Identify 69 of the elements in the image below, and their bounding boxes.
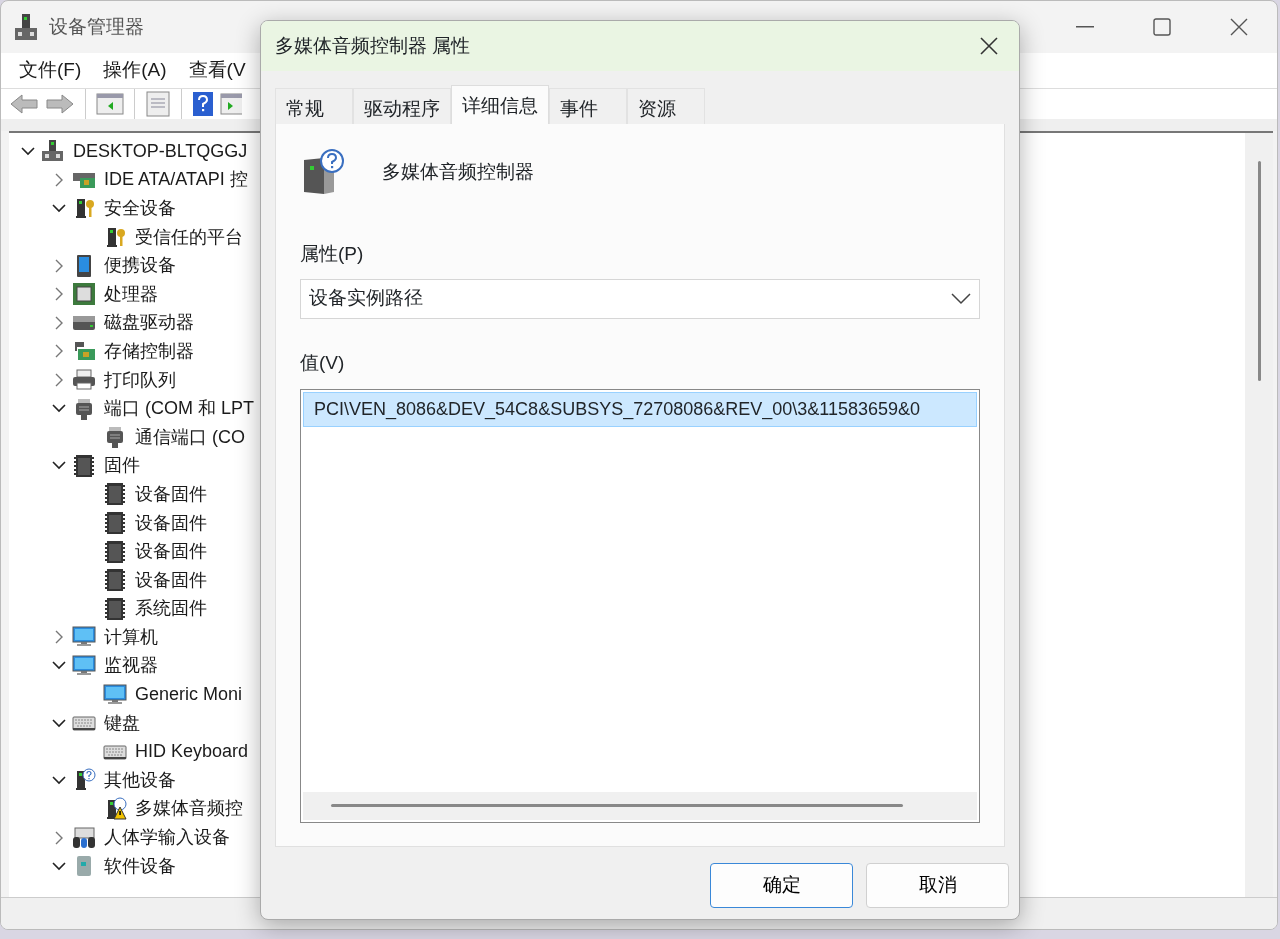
value-row[interactable]: PCI\VEN_8086&DEV_54C8&SUBSYS_72708086&REV_00\3&11583659&0 <box>303 392 977 427</box>
tree-item[interactable]: 计算机 <box>104 623 158 651</box>
computer-icon <box>15 14 37 40</box>
tab[interactable]: 驱动程序 <box>353 88 451 124</box>
tree-item[interactable]: DESKTOP-BLTQGGJ <box>73 137 248 165</box>
close-icon[interactable] <box>1229 18 1248 36</box>
back-arrow-icon[interactable] <box>9 92 39 116</box>
maximize-icon[interactable] <box>1152 18 1171 36</box>
tree-item[interactable]: 监视器 <box>104 652 158 680</box>
property-label: 属性(P) <box>300 242 365 266</box>
tree-item[interactable]: 人体学输入设备 <box>104 824 230 852</box>
tree-item[interactable]: 通信端口 (CO <box>135 423 245 451</box>
tab[interactable]: 资源 <box>627 88 705 124</box>
property-dropdown[interactable]: 设备实例路径 <box>300 278 980 319</box>
menu-item[interactable]: 查看(V <box>178 56 256 85</box>
tree-item[interactable]: 软件设备 <box>104 852 176 880</box>
tree-item[interactable]: 处理器 <box>104 280 158 308</box>
tree-item[interactable]: 设备固件 <box>135 509 207 537</box>
value-list[interactable]: PCI\VEN_8086&DEV_54C8&SUBSYS_72708086&REV_00\3&11583659&0 <box>300 389 980 823</box>
tree-item[interactable]: 系统固件 <box>135 595 207 623</box>
tab[interactable]: 详细信息 <box>451 85 549 124</box>
chevron-down-icon[interactable] <box>951 292 971 305</box>
monitor-icon <box>72 654 96 678</box>
forward-arrow-icon[interactable] <box>45 92 75 116</box>
cpu-icon <box>72 282 96 307</box>
tree-item[interactable]: 其他设备 <box>104 766 176 794</box>
tree-item[interactable]: 受信任的平台 <box>135 223 243 251</box>
tree-item[interactable]: 设备固件 <box>135 566 207 594</box>
panel-icon[interactable] <box>220 92 242 116</box>
device-name: 多媒体音频控制器 <box>382 159 534 184</box>
monitor-icon <box>103 682 127 707</box>
cancel-button[interactable]: 取消 <box>866 863 1009 908</box>
tree-item[interactable]: 键盘 <box>104 709 140 737</box>
tree-item[interactable]: 安全设备 <box>104 195 176 222</box>
tree-item[interactable]: 设备固件 <box>135 480 207 508</box>
chip-icon <box>103 511 127 535</box>
tree-item[interactable]: 存储控制器 <box>104 337 194 365</box>
chip-icon <box>103 539 127 564</box>
value-label: 值(V) <box>300 350 346 375</box>
tree-item[interactable]: 设备固件 <box>135 538 207 566</box>
scrollbar[interactable] <box>303 792 977 820</box>
tree-item[interactable]: 磁盘驱动器 <box>104 309 194 337</box>
minimize-icon[interactable] <box>1075 26 1094 28</box>
chip-icon <box>103 568 127 593</box>
printer-icon <box>72 368 96 393</box>
dialog-title: 多媒体音频控制器 属性 <box>275 33 471 58</box>
tree-item[interactable]: HID Keyboard <box>135 738 249 766</box>
computer-icon <box>41 139 65 164</box>
menu-item[interactable]: 文件(F) <box>9 56 92 85</box>
tree-item[interactable]: 便携设备 <box>104 252 176 280</box>
tab[interactable]: 事件 <box>549 88 627 124</box>
close-icon[interactable] <box>979 36 999 56</box>
ok-button[interactable]: 确定 <box>710 863 853 908</box>
window-title: 设备管理器 <box>49 14 144 39</box>
tree-item[interactable]: 固件 <box>104 452 140 480</box>
help-icon[interactable] <box>192 91 214 117</box>
menu-item[interactable]: 操作(A) <box>93 56 177 85</box>
tab[interactable]: 常规 <box>275 88 353 124</box>
chip-icon <box>72 453 96 478</box>
chip-icon <box>103 596 127 621</box>
tree-item[interactable]: 打印队列 <box>104 366 176 394</box>
tree-item[interactable]: 端口 (COM 和 LPT <box>104 395 254 423</box>
scrollbar[interactable] <box>1245 133 1273 897</box>
tree-item[interactable]: IDE ATA/ATAPI 控 <box>104 166 248 194</box>
input-devices-icon <box>72 825 96 850</box>
chip-icon <box>103 482 127 507</box>
tree-item[interactable]: Generic Moni <box>135 681 243 709</box>
panel-icon[interactable] <box>96 92 124 116</box>
tree-item[interactable]: 多媒体音频控 <box>135 795 243 823</box>
